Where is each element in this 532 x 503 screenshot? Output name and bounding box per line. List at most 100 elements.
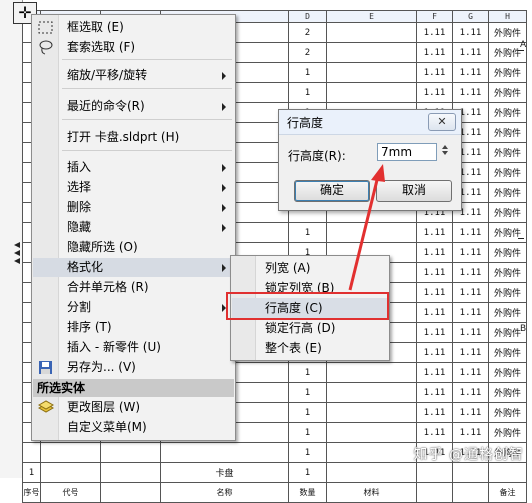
table-cell[interactable]: 外购件	[488, 242, 527, 263]
close-icon[interactable]: ✕	[428, 113, 456, 131]
row-height-input[interactable]	[377, 143, 437, 161]
table-cell[interactable]: 1.11	[416, 362, 453, 383]
table-cell[interactable]: 名称	[160, 482, 289, 503]
table-cell[interactable]: 1.11	[452, 222, 489, 243]
table-cell[interactable]	[326, 22, 417, 43]
table-cell[interactable]: 1.11	[416, 382, 453, 403]
menu-item-merge-cells[interactable]: 合并单元格 (R)	[33, 278, 234, 297]
table-cell[interactable]: 材料	[326, 482, 417, 503]
table-cell[interactable]: 2	[288, 42, 327, 63]
table-cell[interactable]: F	[416, 10, 453, 23]
table-cell[interactable]: 备注	[488, 482, 527, 503]
table-cell[interactable]: 1.11	[416, 82, 453, 103]
table-cell[interactable]	[40, 442, 101, 463]
table-cell[interactable]	[416, 462, 453, 483]
menu-item-box-select[interactable]: 框选取 (E)	[33, 18, 234, 37]
table-cell[interactable]: 1	[288, 222, 327, 243]
table-cell[interactable]: 2	[288, 22, 327, 43]
cancel-button[interactable]: 取消	[376, 180, 452, 202]
spin-up-icon[interactable]	[442, 145, 448, 149]
table-cell[interactable]: 1	[288, 62, 327, 83]
menu-item-hide[interactable]: 隐藏	[33, 218, 234, 237]
table-cell[interactable]: 外购件	[488, 142, 527, 163]
table-cell[interactable]: 数量	[288, 482, 327, 503]
submenu-item-column-width[interactable]: 列宽 (A)	[232, 258, 388, 278]
table-cell[interactable]: 1.11	[416, 62, 453, 83]
row-resize-handles[interactable]	[14, 240, 22, 264]
submenu-item-entire-table[interactable]: 整个表 (E)	[232, 338, 388, 358]
table-cell[interactable]: H	[488, 10, 527, 23]
table-cell[interactable]: 1	[288, 362, 327, 383]
table-cell[interactable]	[326, 222, 417, 243]
table-cell[interactable]: 外购件	[488, 202, 527, 223]
table-cell[interactable]: 代号	[40, 482, 101, 503]
table-cell[interactable]	[40, 462, 101, 483]
table-cell[interactable]: 序号	[22, 482, 41, 503]
spin-down-icon[interactable]	[442, 151, 448, 155]
table-cell[interactable]: 1.11	[416, 402, 453, 423]
table-cell[interactable]: 1.11	[452, 22, 489, 43]
table-cell[interactable]: 外购件	[488, 102, 527, 123]
table-cell[interactable]: D	[288, 10, 327, 23]
table-cell[interactable]: 卡盘	[160, 462, 289, 483]
table-cell[interactable]	[326, 382, 417, 403]
table-cell[interactable]: 1.11	[452, 422, 489, 443]
table-cell[interactable]	[326, 42, 417, 63]
table-cell[interactable]	[416, 482, 453, 503]
table-cell[interactable]: E	[326, 10, 417, 23]
table-cell[interactable]: 1	[22, 462, 41, 483]
table-cell[interactable]: 1.11	[452, 342, 489, 363]
table-cell[interactable]	[488, 462, 527, 483]
menu-item-select[interactable]: 选择	[33, 178, 234, 197]
table-cell[interactable]	[452, 462, 489, 483]
table-cell[interactable]: 外购件	[488, 342, 527, 363]
table-cell[interactable]	[100, 482, 161, 503]
table-cell[interactable]	[326, 442, 417, 463]
table-cell[interactable]	[326, 402, 417, 423]
table-cell[interactable]: 1.11	[416, 42, 453, 63]
menu-item-zoom-pan-rotate[interactable]: 缩放/平移/旋转	[33, 66, 234, 85]
table-cell[interactable]: 1	[288, 382, 327, 403]
table-cell[interactable]: 1.11	[452, 362, 489, 383]
table-cell[interactable]: 外购件	[488, 82, 527, 103]
table-cell[interactable]: 外购件	[488, 262, 527, 283]
table-cell[interactable]: 外购件	[488, 122, 527, 143]
table-cell[interactable]: 1.11	[416, 262, 453, 283]
menu-item-delete[interactable]: 删除	[33, 198, 234, 217]
table-cell[interactable]: 1.11	[452, 382, 489, 403]
row-height-spinner[interactable]	[440, 143, 450, 162]
table-cell[interactable]: 1	[288, 442, 327, 463]
menu-item-customize-menu[interactable]: 自定义菜单(M)	[33, 418, 234, 437]
table-cell[interactable]	[100, 442, 161, 463]
table-cell[interactable]: G	[452, 10, 489, 23]
table-cell[interactable]: 外购件	[488, 382, 527, 403]
table-cell[interactable]: 1.11	[416, 222, 453, 243]
table-cell[interactable]: 1.11	[452, 242, 489, 263]
table-cell[interactable]: 1.11	[452, 282, 489, 303]
table-cell[interactable]: 外购件	[488, 362, 527, 383]
table-cell[interactable]	[452, 482, 489, 503]
table-cell[interactable]: 1.11	[452, 322, 489, 343]
menu-item-open-part[interactable]: 打开 卡盘.sldprt (H)	[33, 128, 234, 147]
menu-item-format[interactable]: 格式化	[33, 258, 234, 277]
table-cell[interactable]: 1	[288, 422, 327, 443]
table-cell[interactable]	[326, 362, 417, 383]
menu-item-recent-commands[interactable]: 最近的命令(R)	[33, 97, 234, 116]
menu-item-save-as[interactable]: 另存为... (V)	[33, 358, 234, 377]
menu-item-insert-new-part[interactable]: 插入 - 新零件 (U)	[33, 338, 234, 357]
table-cell[interactable]: 1.11	[452, 42, 489, 63]
table-cell[interactable]: 1.11	[452, 302, 489, 323]
table-cell[interactable]	[160, 442, 289, 463]
table-cell[interactable]: 1	[288, 402, 327, 423]
table-cell[interactable]: 1.11	[416, 302, 453, 323]
table-cell[interactable]: 1.11	[416, 342, 453, 363]
table-cell[interactable]: 外购件	[488, 282, 527, 303]
table-cell[interactable]: 外购件	[488, 302, 527, 323]
table-cell[interactable]	[326, 462, 417, 483]
table-cell[interactable]	[326, 62, 417, 83]
menu-item-change-layer[interactable]: 更改图层 (W)	[33, 398, 234, 417]
dialog-titlebar[interactable]: 行高度 ✕	[279, 110, 461, 135]
table-cell[interactable]: 1.11	[416, 422, 453, 443]
table-cell[interactable]	[326, 82, 417, 103]
table-cell[interactable]	[326, 422, 417, 443]
